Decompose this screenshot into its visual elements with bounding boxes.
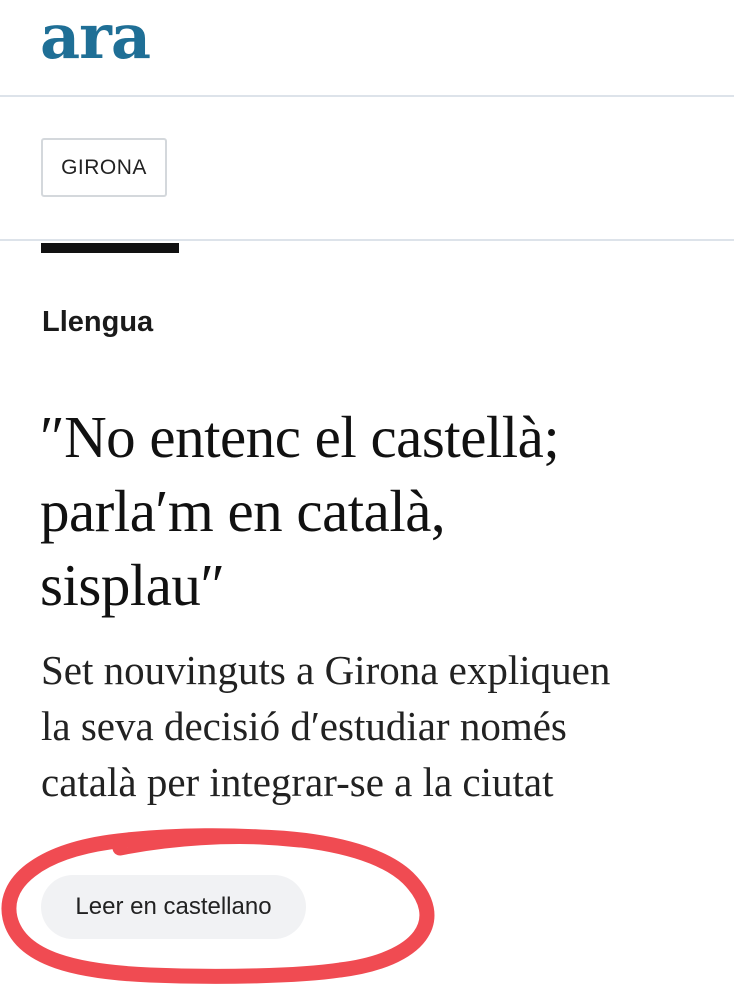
subtitle-line: Set nouvinguts a Girona expliquen: [41, 647, 611, 693]
article-category[interactable]: Llengua: [42, 302, 153, 342]
read-in-spanish-button[interactable]: Leer en castellano: [41, 875, 306, 939]
subtitle-line: la seva decisió d′estudiar només: [41, 703, 567, 749]
header-divider: [0, 95, 734, 97]
headline-line: ″No entenc el castellà;: [40, 404, 560, 470]
section-nav-divider: [0, 239, 734, 241]
active-section-indicator: [41, 243, 179, 253]
section-tab-girona[interactable]: GIRONA: [41, 138, 167, 197]
article-headline: ″No entenc el castellà; parla′m en catal…: [40, 400, 710, 622]
article-subtitle: Set nouvinguts a Girona expliquen la sev…: [41, 642, 721, 810]
subtitle-line: català per integrar-se a la ciutat: [41, 759, 554, 805]
headline-line: sisplau″: [40, 552, 225, 618]
headline-line: parla′m en català,: [40, 478, 446, 544]
site-logo[interactable]: ara: [40, 2, 151, 72]
